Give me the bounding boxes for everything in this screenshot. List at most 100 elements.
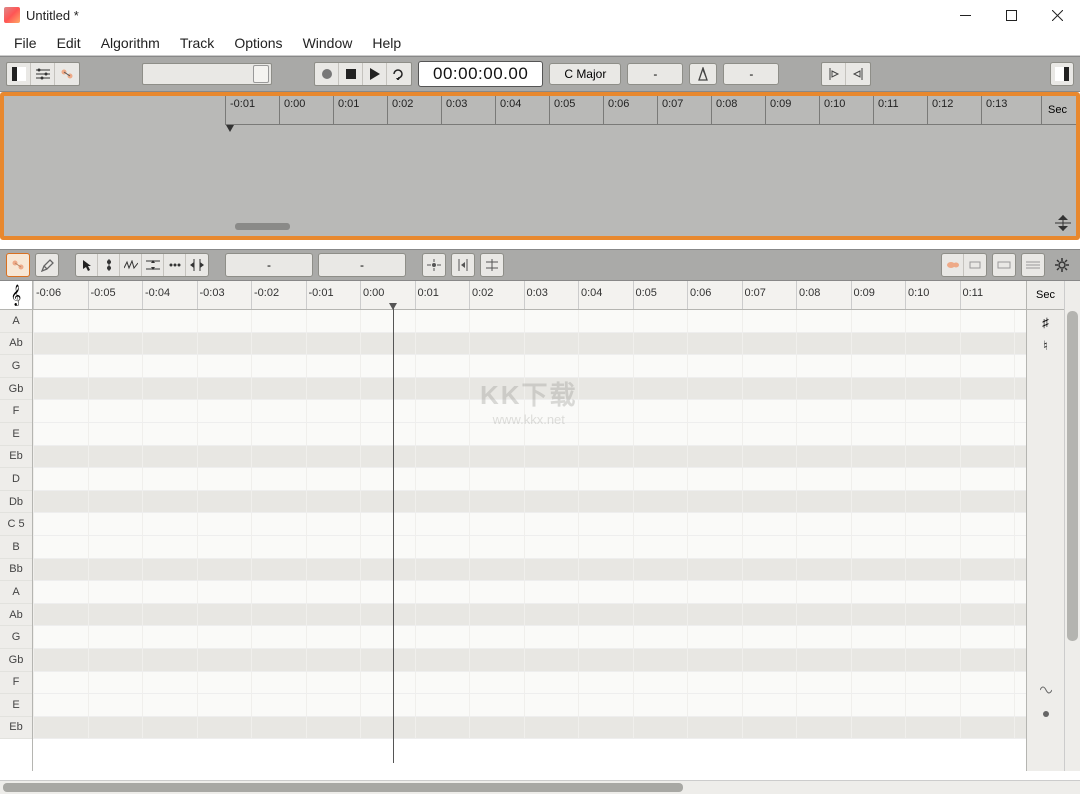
set-start-icon[interactable] bbox=[822, 63, 846, 85]
grid-row[interactable] bbox=[33, 604, 1026, 627]
piano-v-scrollbar[interactable] bbox=[1064, 281, 1080, 771]
scale-dropdown[interactable]: - bbox=[225, 253, 313, 277]
chord-dropdown[interactable]: - bbox=[318, 253, 406, 277]
note-label[interactable]: Bb bbox=[0, 559, 32, 582]
grid-row[interactable] bbox=[33, 536, 1026, 559]
grid-row[interactable] bbox=[33, 717, 1026, 740]
note-label[interactable]: B bbox=[0, 536, 32, 559]
wrench-tool-icon[interactable] bbox=[35, 253, 59, 277]
play-button[interactable] bbox=[363, 63, 387, 85]
correct-pitch-icon[interactable] bbox=[422, 253, 446, 277]
arrow-tool-icon[interactable] bbox=[76, 254, 98, 276]
note-label[interactable]: Gb bbox=[0, 378, 32, 401]
grid-row[interactable] bbox=[33, 310, 1026, 333]
piano-h-scrollbar[interactable] bbox=[0, 780, 1080, 794]
menu-edit[interactable]: Edit bbox=[47, 32, 91, 54]
piano-ruler[interactable]: -0:06-0:05-0:04-0:03-0:02-0:010:000:010:… bbox=[33, 281, 1026, 310]
note-label[interactable]: F bbox=[0, 400, 32, 423]
tempo-right[interactable]: - bbox=[723, 63, 779, 85]
timeline-area[interactable]: -0:010:000:010:020:030:040:050:060:070:0… bbox=[225, 96, 1076, 236]
timing-tool-icon[interactable] bbox=[186, 254, 208, 276]
note-label[interactable]: Eb bbox=[0, 446, 32, 469]
display-toggle-icon[interactable] bbox=[964, 254, 986, 276]
timeline-unit[interactable]: Sec bbox=[1041, 96, 1073, 124]
key-selector[interactable]: C Major bbox=[549, 63, 621, 85]
note-label[interactable]: A bbox=[0, 310, 32, 333]
pitch-tool-icon[interactable] bbox=[98, 254, 120, 276]
record-button[interactable] bbox=[315, 63, 339, 85]
close-button[interactable] bbox=[1034, 0, 1080, 30]
view-split-icon[interactable] bbox=[7, 63, 31, 85]
list-view-icon[interactable] bbox=[1021, 253, 1045, 277]
grid-row[interactable] bbox=[33, 672, 1026, 695]
timeline-ruler[interactable]: -0:010:000:010:020:030:040:050:060:070:0… bbox=[225, 96, 1076, 125]
grid-row[interactable] bbox=[33, 513, 1026, 536]
settings-gear-icon[interactable] bbox=[1050, 253, 1074, 277]
quantize-icon[interactable] bbox=[451, 253, 475, 277]
grid-row[interactable] bbox=[33, 581, 1026, 604]
piano-unit[interactable]: Sec bbox=[1027, 281, 1064, 310]
metronome-button[interactable] bbox=[689, 63, 717, 85]
set-end-icon[interactable] bbox=[846, 63, 870, 85]
blob-view-icon[interactable] bbox=[942, 254, 964, 276]
note-label[interactable]: Ab bbox=[0, 333, 32, 356]
menu-file[interactable]: File bbox=[4, 32, 47, 54]
grid-row[interactable] bbox=[33, 333, 1026, 356]
level-macro-icon[interactable] bbox=[480, 253, 504, 277]
note-label[interactable]: A bbox=[0, 581, 32, 604]
note-label[interactable]: Db bbox=[0, 491, 32, 514]
grid-row[interactable] bbox=[33, 559, 1026, 582]
loop-button[interactable] bbox=[387, 63, 411, 85]
note-label[interactable]: Gb bbox=[0, 649, 32, 672]
treble-clef-icon[interactable]: 𝄞 bbox=[0, 281, 32, 310]
grid-row[interactable] bbox=[33, 423, 1026, 446]
note-label[interactable]: Ab bbox=[0, 604, 32, 627]
stop-button[interactable] bbox=[339, 63, 363, 85]
note-label[interactable]: G bbox=[0, 355, 32, 378]
panel-toggle-button[interactable] bbox=[1050, 62, 1074, 86]
grid-row[interactable] bbox=[33, 400, 1026, 423]
grid-row[interactable] bbox=[33, 468, 1026, 491]
playhead-marker-icon[interactable] bbox=[226, 125, 234, 132]
link-tool-icon[interactable] bbox=[6, 253, 30, 277]
rect-view-icon[interactable] bbox=[992, 253, 1016, 277]
grid-row[interactable] bbox=[33, 491, 1026, 514]
grid-row[interactable] bbox=[33, 626, 1026, 649]
grid-row[interactable] bbox=[33, 446, 1026, 469]
time-display[interactable]: 00:00:00.00 bbox=[418, 61, 543, 87]
grid-row[interactable] bbox=[33, 649, 1026, 672]
maximize-button[interactable] bbox=[988, 0, 1034, 30]
amplitude-tool-icon[interactable] bbox=[142, 254, 164, 276]
menu-options[interactable]: Options bbox=[224, 32, 292, 54]
expand-icon[interactable] bbox=[1053, 213, 1073, 233]
volume-slider[interactable] bbox=[142, 63, 272, 85]
menu-window[interactable]: Window bbox=[293, 32, 363, 54]
menu-algorithm[interactable]: Algorithm bbox=[91, 32, 170, 54]
menu-help[interactable]: Help bbox=[362, 32, 411, 54]
note-label[interactable]: E bbox=[0, 694, 32, 717]
note-label[interactable]: Eb bbox=[0, 717, 32, 740]
track-view-icon[interactable] bbox=[31, 63, 55, 85]
title-bar: Untitled * bbox=[0, 0, 1080, 30]
node-view-icon[interactable] bbox=[55, 63, 79, 85]
piano-playhead[interactable] bbox=[393, 303, 394, 763]
formant-tool-icon[interactable] bbox=[120, 254, 142, 276]
pane-divider[interactable] bbox=[0, 240, 1080, 249]
piano-ruler-tick: 0:00 bbox=[360, 281, 415, 309]
note-label[interactable]: G bbox=[0, 626, 32, 649]
grid-row[interactable] bbox=[33, 694, 1026, 717]
separation-tool-icon[interactable] bbox=[164, 254, 186, 276]
menu-track[interactable]: Track bbox=[170, 32, 224, 54]
tempo-left[interactable]: - bbox=[627, 63, 683, 85]
minimize-button[interactable] bbox=[942, 0, 988, 30]
ruler-tick: 0:01 bbox=[333, 96, 387, 124]
grid-row[interactable] bbox=[33, 355, 1026, 378]
note-label[interactable]: D bbox=[0, 468, 32, 491]
note-label[interactable]: F bbox=[0, 672, 32, 695]
ruler-tick: 0:03 bbox=[441, 96, 495, 124]
grid-row[interactable] bbox=[33, 378, 1026, 401]
timeline-h-scrollbar[interactable] bbox=[235, 223, 290, 230]
piano-roll-content[interactable]: -0:06-0:05-0:04-0:03-0:02-0:010:000:010:… bbox=[33, 281, 1026, 771]
note-label[interactable]: C 5 bbox=[0, 513, 32, 536]
note-label[interactable]: E bbox=[0, 423, 32, 446]
